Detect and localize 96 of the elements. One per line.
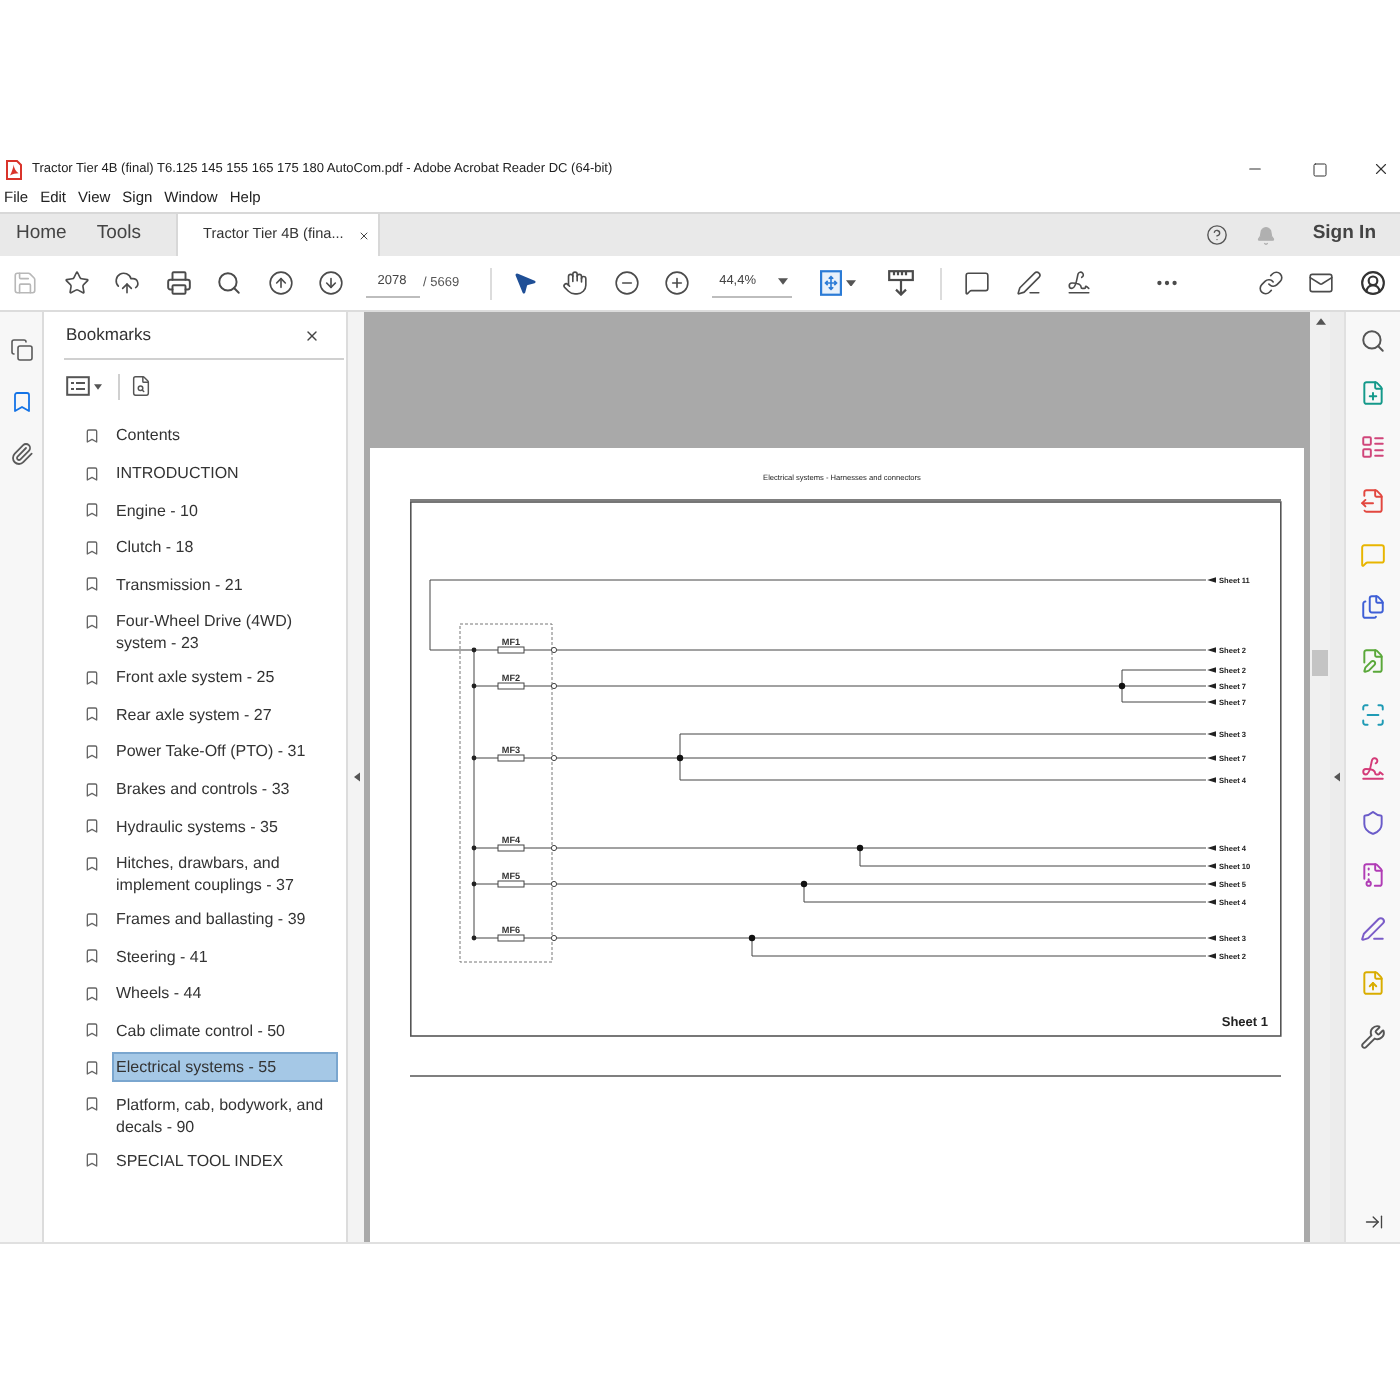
bookmark-icon[interactable]: [9, 390, 33, 414]
page-arrows-icon: [819, 270, 842, 296]
bookmark-item[interactable]: Four-Wheel Drive (4WD) system - 23: [112, 606, 338, 659]
nav-tab[interactable]: Tools: [82, 214, 156, 256]
pointer-icon: [511, 270, 538, 296]
bookmark-item[interactable]: Cab climate control - 50: [112, 1015, 338, 1046]
printer-icon: [165, 270, 192, 296]
user-icon: [1359, 270, 1385, 296]
file-pen-icon[interactable]: [1360, 648, 1386, 675]
close-icon: [1371, 160, 1389, 178]
bookmark-item[interactable]: Engine - 10: [112, 495, 338, 526]
pdf-document-icon: [6, 159, 22, 179]
find-bookmark-button[interactable]: [130, 374, 152, 398]
star-icon: [63, 270, 90, 296]
file-export-icon[interactable]: [1360, 487, 1386, 514]
comment-icon: [964, 270, 991, 296]
file-archive-icon[interactable]: [1360, 862, 1386, 889]
bookmark-item[interactable]: Front axle system - 25: [112, 662, 338, 693]
pen-icon: [1015, 270, 1042, 296]
bookmark-item[interactable]: Hydraulic systems - 35: [112, 811, 338, 842]
files-icon[interactable]: [1360, 594, 1386, 621]
link-icon: [1257, 270, 1283, 296]
bookmark-item[interactable]: Clutch - 18: [112, 532, 338, 563]
bookmark-icon: [84, 946, 100, 967]
save-icon: [12, 270, 39, 296]
scrollbar-thumb[interactable]: [1312, 649, 1328, 675]
maximize-icon: [1312, 161, 1328, 177]
close-icon: [304, 327, 320, 343]
bookmark-item[interactable]: Steering - 41: [112, 941, 338, 972]
bookmark-icon: [84, 667, 100, 688]
bookmark-icon: [84, 537, 100, 558]
list-card-icon: [66, 376, 90, 396]
bookmark-item[interactable]: Frames and ballasting - 39: [112, 904, 338, 935]
shield-icon[interactable]: [1360, 809, 1386, 836]
close-panel-button[interactable]: [304, 327, 320, 343]
bookmark-item[interactable]: Rear axle system - 27: [112, 699, 338, 730]
bookmark-item[interactable]: Platform, cab, bodywork, and decals - 90: [112, 1089, 338, 1142]
nav-tab[interactable]: Home: [0, 214, 83, 256]
layout-list-icon[interactable]: [1360, 434, 1386, 461]
bookmark-icon: [84, 574, 100, 595]
plus-circle-icon: [664, 270, 691, 296]
hand-icon: [562, 270, 589, 296]
signature-icon[interactable]: [1360, 755, 1386, 782]
caret-icon: [94, 383, 102, 389]
caret-icon: [353, 772, 359, 782]
options-button[interactable]: [66, 376, 102, 396]
help-icon[interactable]: [1205, 224, 1228, 246]
caret-icon: [1315, 318, 1325, 325]
bookmark-icon: [84, 704, 100, 725]
bookmark-icon: [84, 1057, 100, 1078]
expand-panel-icon[interactable]: [1363, 1211, 1383, 1231]
search-icon: [216, 270, 243, 296]
bookmark-icon: [84, 741, 100, 762]
arrow-up-circle-icon: [267, 270, 294, 296]
scan-icon[interactable]: [1360, 702, 1386, 729]
bookmark-item[interactable]: INTRODUCTION: [112, 458, 338, 489]
bookmark-icon: [84, 500, 100, 521]
close-tab-icon[interactable]: [357, 229, 370, 241]
bookmark-icon: [84, 425, 100, 446]
mail-icon: [1308, 270, 1334, 296]
minus-circle-icon: [613, 270, 640, 296]
bookmark-item[interactable]: SPECIAL TOOL INDEX: [112, 1145, 338, 1176]
bookmark-item[interactable]: Electrical systems - 55: [112, 1052, 338, 1083]
bookmark-icon: [84, 1094, 100, 1115]
caret-icon: [778, 278, 789, 286]
bookmark-icon: [84, 1150, 100, 1171]
panel-title: Bookmarks: [64, 322, 152, 348]
bookmark-item[interactable]: Hitches, drawbars, and implement couplings - 37: [112, 848, 338, 901]
scrollbar[interactable]: [1310, 312, 1330, 1242]
file-plus-icon[interactable]: [1360, 380, 1386, 407]
wrench-icon[interactable]: [1360, 1023, 1386, 1050]
pen-icon[interactable]: [1360, 916, 1386, 943]
bookmark-icon: [84, 909, 100, 930]
sign-in-button[interactable]: Sign In: [1312, 220, 1376, 250]
bookmark-icon: [84, 611, 100, 632]
bookmark-item[interactable]: Contents: [112, 420, 338, 451]
caret-icon: [1334, 772, 1340, 782]
bookmark-icon: [84, 983, 100, 1004]
paperclip-icon[interactable]: [9, 442, 33, 466]
signature-icon: [1066, 270, 1093, 296]
cloud-upload-icon: [114, 270, 141, 296]
bookmark-icon: [84, 1020, 100, 1041]
search-icon[interactable]: [1360, 327, 1386, 353]
ruler-down-arrow-icon: [887, 270, 914, 296]
bookmark-icon: [84, 816, 100, 837]
bookmark-icon: [84, 779, 100, 800]
bookmark-item[interactable]: Transmission - 21: [112, 569, 338, 600]
bookmark-item[interactable]: Power Take-Off (PTO) - 31: [112, 736, 338, 767]
bookmark-icon: [84, 853, 100, 874]
bookmark-item[interactable]: Brakes and controls - 33: [112, 774, 338, 805]
pages-icon[interactable]: [9, 338, 33, 362]
arrow-down-circle-icon: [318, 270, 345, 296]
file-search-icon: [130, 374, 152, 398]
caret-icon: [845, 279, 856, 287]
bookmark-item[interactable]: Wheels - 44: [112, 978, 338, 1009]
bookmark-icon: [84, 463, 100, 484]
